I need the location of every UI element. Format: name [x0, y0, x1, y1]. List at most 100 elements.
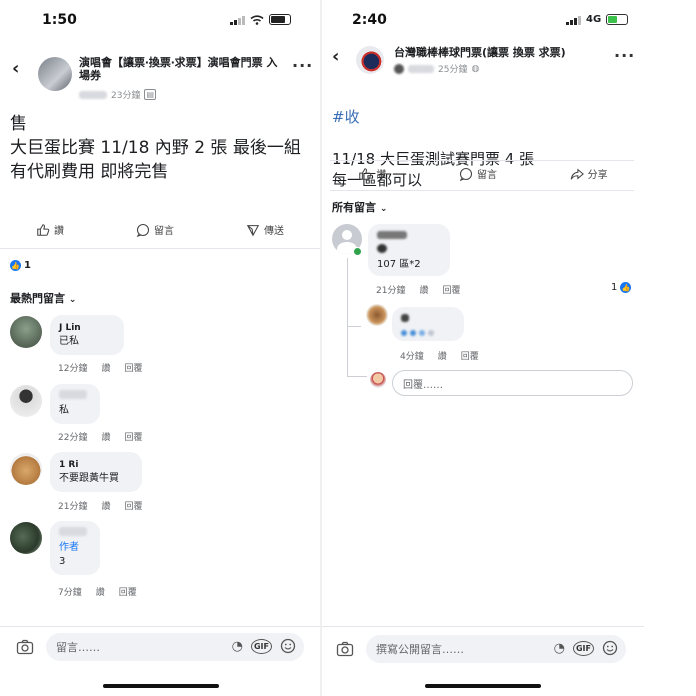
comment-button[interactable]: 留言 — [136, 222, 174, 237]
comment-bubble: 私 — [50, 384, 100, 424]
chevron-down-icon: ⌄ — [379, 204, 388, 214]
comment-meta: 22分鐘 讚 回覆 — [58, 430, 142, 443]
comment-sort-dropdown[interactable]: 所有留言 ⌄ — [332, 199, 387, 215]
share-arrow-icon — [570, 168, 584, 180]
group-title[interactable]: 台灣職棒棒球門票(讓票 換票 求票) — [394, 46, 594, 59]
group-avatar[interactable] — [356, 46, 384, 74]
like-button[interactable]: 讚 — [358, 166, 386, 181]
comment-reply-button[interactable]: 回覆 — [124, 361, 142, 374]
comment-text: 私 — [59, 405, 69, 416]
comment-reply-button[interactable]: 回覆 — [119, 585, 137, 598]
commenter-name[interactable]: J Lin — [59, 321, 115, 335]
author-avatar[interactable] — [10, 522, 42, 554]
comment-text: 不要跟黃牛買 — [59, 473, 119, 484]
thumbs-up-icon — [37, 223, 50, 236]
blurred-name — [59, 527, 87, 536]
commenter-name[interactable]: 1 Ri — [59, 458, 133, 472]
battery-icon — [606, 14, 629, 25]
gif-icon[interactable]: GIF — [250, 638, 272, 654]
send-button[interactable]: 傳送 — [246, 222, 284, 237]
comment-input[interactable]: 留言…… ◔ GIF — [46, 633, 304, 661]
divider — [0, 626, 320, 627]
blurred-name — [377, 231, 407, 239]
blurred-name — [401, 314, 409, 322]
comment-text: 3 — [59, 556, 66, 567]
comment-like-count[interactable]: 1 👍 — [611, 282, 632, 293]
left-screenshot: 1:50 ‹ 演唱會【讓票‧換票‧求票】演唱會門票 入場券 23分鐘 ▤ ···… — [0, 0, 320, 696]
comment-text: 107 區*2 — [377, 259, 421, 270]
divider — [0, 248, 320, 249]
comment-bubble: 1 Ri 不要跟黃牛買 — [50, 452, 142, 492]
back-arrow-icon[interactable]: ‹ — [332, 46, 339, 67]
comment-meta: 7分鐘 讚 回覆 — [58, 585, 137, 598]
camera-icon[interactable] — [336, 640, 354, 658]
like-count[interactable]: 👍 1 — [10, 260, 31, 271]
comment-like-button[interactable]: 讚 — [101, 361, 110, 374]
comment-meta: 21分鐘 讚 回覆 — [376, 283, 460, 296]
chevron-down-icon: ⌄ — [68, 295, 77, 305]
share-button[interactable]: 分享 — [570, 166, 608, 181]
like-badge-icon: 👍 — [620, 282, 632, 293]
comment-meta: 21分鐘 讚 回覆 — [58, 499, 142, 512]
home-indicator[interactable] — [103, 684, 219, 688]
network-type: 4G — [586, 14, 602, 25]
status-time: 2:40 — [352, 12, 387, 28]
thread-branch — [347, 376, 367, 377]
online-status-dot — [353, 247, 362, 256]
camera-icon[interactable] — [16, 638, 34, 656]
group-avatar[interactable] — [38, 57, 72, 91]
replier-avatar[interactable] — [366, 304, 388, 326]
more-options-icon[interactable]: ··· — [292, 56, 313, 75]
emoji-icon[interactable] — [280, 638, 296, 654]
signal-icon — [566, 15, 581, 25]
post-actions: 讚 留言 傳送 — [0, 222, 320, 237]
comment-input[interactable]: 撰寫公開留言…… ◔ GIF — [366, 635, 626, 663]
comment-reply-button[interactable]: 回覆 — [124, 499, 142, 512]
hashtag-link[interactable]: #收 — [332, 107, 632, 128]
reply-reply-button[interactable]: 回覆 — [461, 349, 479, 362]
blurred-author — [408, 64, 434, 73]
thumbs-up-icon — [359, 167, 372, 180]
comment-button[interactable]: 留言 — [459, 166, 497, 181]
reply-meta: 4分鐘 讚 回覆 — [400, 349, 479, 362]
gif-icon[interactable]: GIF — [572, 640, 594, 656]
like-button[interactable]: 讚 — [36, 222, 64, 237]
reply-input[interactable]: 回覆…… — [392, 370, 633, 396]
signal-icon — [230, 15, 245, 25]
comment-like-button[interactable]: 讚 — [101, 430, 110, 443]
divider — [330, 190, 634, 191]
commenter-avatar[interactable] — [10, 316, 42, 348]
comment-text: 已私 — [59, 336, 79, 347]
sticker-icon[interactable]: ◔ — [232, 639, 243, 654]
post-body: 售 大巨蛋比賽 11/18 內野 2 張 最後一組 有代刷費用 即將完售 — [10, 114, 301, 182]
comment-bubble: J Lin 已私 — [50, 315, 124, 355]
my-avatar — [370, 372, 386, 388]
more-options-icon[interactable]: ··· — [614, 46, 635, 65]
send-icon — [246, 224, 260, 236]
back-arrow-icon[interactable]: ‹ — [12, 58, 19, 79]
commenter-avatar[interactable] — [10, 453, 42, 485]
comment-sort-dropdown[interactable]: 最熱門留言 ⌄ — [10, 290, 76, 306]
comment-like-button[interactable]: 讚 — [419, 283, 428, 296]
blurred-name — [59, 390, 87, 399]
sticker-icon[interactable]: ◔ — [554, 641, 565, 656]
blurred-emoji — [377, 244, 387, 253]
globe-icon: ◍ — [471, 63, 480, 74]
comment-reply-button[interactable]: 回覆 — [124, 430, 142, 443]
post-actions: 讚 留言 分享 — [322, 166, 644, 181]
commenter-avatar[interactable] — [10, 385, 42, 417]
divider — [322, 626, 644, 627]
post-time: 23分鐘 — [111, 91, 141, 101]
status-time: 1:50 — [42, 12, 77, 28]
emoji-icon[interactable] — [602, 640, 618, 656]
blurred-text — [401, 330, 407, 336]
reply-like-button[interactable]: 讚 — [438, 349, 447, 362]
comment-reply-button[interactable]: 回覆 — [442, 283, 460, 296]
right-screenshot: 2:40 4G ‹ 台灣職棒棒球門票(讓票 換票 求票) 25分鐘 ◍ ··· … — [322, 0, 644, 696]
group-title[interactable]: 演唱會【讓票‧換票‧求票】演唱會門票 入場券 — [79, 56, 284, 82]
comment-like-button[interactable]: 讚 — [96, 585, 105, 598]
reply-bubble — [392, 307, 464, 341]
comment-like-button[interactable]: 讚 — [101, 499, 110, 512]
comment-meta: 12分鐘 讚 回覆 — [58, 361, 142, 374]
home-indicator[interactable] — [425, 684, 541, 688]
